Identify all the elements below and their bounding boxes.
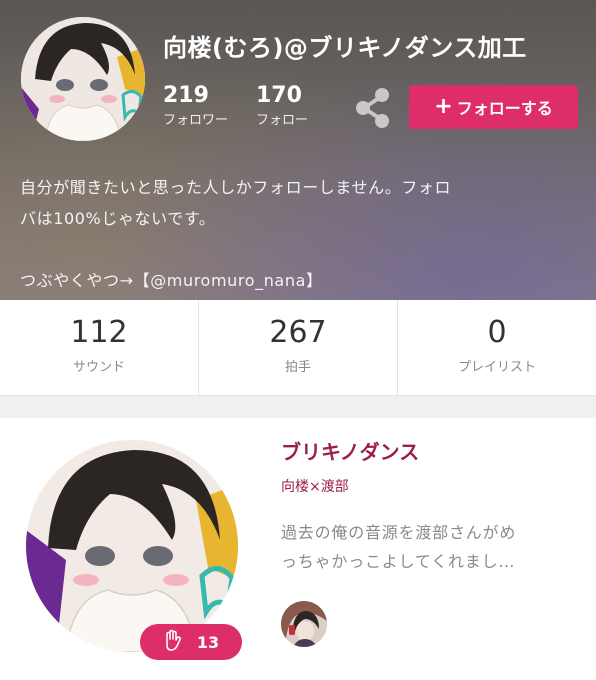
bio-line: 自分が聞きたいと思った人しかフォローしません。フォロ <box>20 178 452 197</box>
track-title[interactable]: ブリキノダンス <box>281 436 419 465</box>
description-line: っちゃかっこよしてくれまし… <box>281 552 516 571</box>
profile-header: 向楼(むろ)@ブリキノダンス加工 219 フォロワー 170 フォロー + フォ… <box>0 0 596 300</box>
section-divider <box>0 396 596 418</box>
sounds-count: 112 <box>70 315 128 350</box>
track-artist: 向楼×渡部 <box>281 479 349 495</box>
plus-icon: + <box>434 94 453 119</box>
share-icon[interactable] <box>352 85 392 131</box>
following-label: フォロー <box>256 113 309 128</box>
sounds-label: サウンド <box>72 360 125 375</box>
clap-hand-icon <box>163 629 183 655</box>
claps-label: 拍手 <box>284 360 311 375</box>
claps-tab[interactable]: 267 拍手 <box>199 300 398 395</box>
clap-count: 13 <box>196 632 220 652</box>
profile-counts: 112 サウンド 267 拍手 0 プレイリスト <box>0 300 596 396</box>
profile-avatar[interactable] <box>21 17 145 141</box>
followers-label: フォロワー <box>163 113 229 128</box>
following-stat[interactable]: 170 フォロー <box>256 84 308 130</box>
bio-line: バは100%じゃないです。 <box>20 209 216 228</box>
track-card[interactable]: 13 ブリキノダンス 向楼×渡部 過去の俺の音源を渡部さんがめ っちゃかっこよし… <box>0 418 596 680</box>
sounds-tab[interactable]: 112 サウンド <box>0 300 199 395</box>
follow-button[interactable]: + フォローする <box>409 85 578 129</box>
playlists-label: プレイリスト <box>457 360 536 375</box>
profile-bio: 自分が聞きたいと思った人しかフォローしません。フォロ バは100%じゃないです。… <box>20 172 580 296</box>
follow-button-label: フォローする <box>456 99 553 118</box>
clap-badge[interactable]: 13 <box>140 624 242 660</box>
profile-username: 向楼(むろ)@ブリキノダンス加工 <box>163 34 527 62</box>
playlists-tab[interactable]: 0 プレイリスト <box>398 300 596 395</box>
playlists-count: 0 <box>487 315 507 350</box>
claps-count: 267 <box>269 315 327 350</box>
followers-stat[interactable]: 219 フォロワー <box>163 84 228 130</box>
bio-line: つぶやくやつ→【@muromuro_nana】 <box>20 271 323 290</box>
description-line: 過去の俺の音源を渡部さんがめ <box>281 523 517 542</box>
track-description: 過去の俺の音源を渡部さんがめ っちゃかっこよしてくれまし… <box>281 518 581 576</box>
following-count: 170 <box>256 83 302 108</box>
followers-count: 219 <box>163 83 209 108</box>
collaborator-avatar[interactable] <box>281 601 327 647</box>
track-artwork[interactable] <box>26 440 238 652</box>
